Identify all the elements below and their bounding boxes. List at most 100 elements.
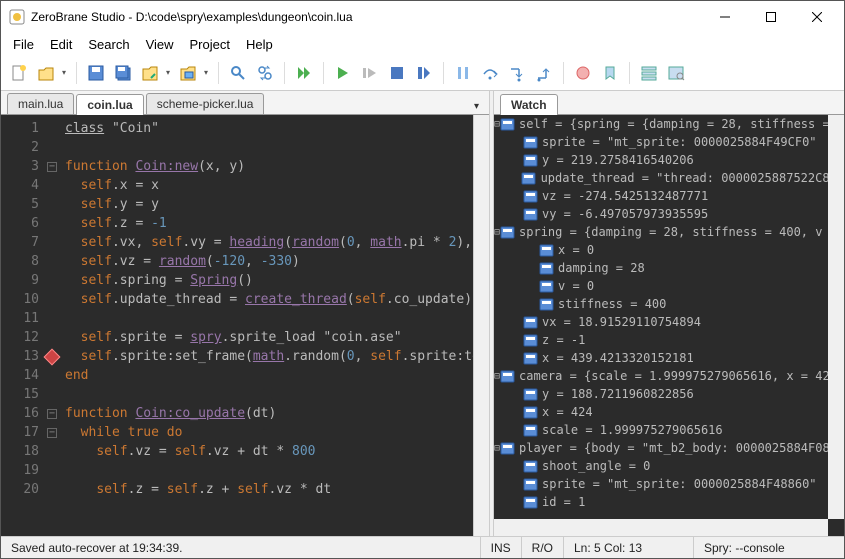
margin-cell[interactable] <box>45 138 59 157</box>
watch-row[interactable]: y = 219.2758416540206 <box>494 151 844 169</box>
minimize-button[interactable] <box>702 2 748 32</box>
code-line[interactable]: self.y = y <box>65 195 473 214</box>
margin-cell[interactable]: − <box>45 404 59 423</box>
watch-row[interactable]: z = -1 <box>494 331 844 349</box>
code-line[interactable]: class "Coin" <box>65 119 473 138</box>
margin-cell[interactable] <box>45 176 59 195</box>
tab-scheme-picker[interactable]: scheme-picker.lua <box>146 93 265 114</box>
source-text[interactable]: class "Coin" function Coin:new(x, y) self… <box>59 115 473 536</box>
step-over-icon[interactable] <box>478 61 502 85</box>
tab-watch[interactable]: Watch <box>500 94 558 115</box>
watch-row[interactable]: vz = -274.5425132487771 <box>494 187 844 205</box>
margin-cell[interactable] <box>45 366 59 385</box>
fold-icon[interactable]: − <box>47 162 57 172</box>
watch-row[interactable]: vy = -6.497057973935595 <box>494 205 844 223</box>
margin-cell[interactable] <box>45 385 59 404</box>
fold-icon[interactable]: − <box>47 428 57 438</box>
project-dropdown-icon[interactable]: ▾ <box>163 68 173 77</box>
margin-cell[interactable] <box>45 271 59 290</box>
watch-row[interactable]: v = 0 <box>494 277 844 295</box>
code-line[interactable]: self.update_thread = create_thread(self.… <box>65 290 473 309</box>
find-icon[interactable] <box>226 61 250 85</box>
margin-cell[interactable] <box>45 214 59 233</box>
replace-icon[interactable] <box>253 61 277 85</box>
open-file-icon[interactable] <box>34 61 58 85</box>
code-line[interactable] <box>65 461 473 480</box>
menu-edit[interactable]: Edit <box>42 35 80 54</box>
watch-row[interactable]: id = 1 <box>494 493 844 511</box>
watch-row[interactable]: x = 424 <box>494 403 844 421</box>
pause-icon[interactable] <box>451 61 475 85</box>
save-all-icon[interactable] <box>111 61 135 85</box>
margin-cell[interactable] <box>45 461 59 480</box>
watch-tree[interactable]: ⊟self = {spring = {damping = 28, stiffne… <box>494 115 844 536</box>
watch-row[interactable]: ⊟camera = {scale = 1.999975279065616, x … <box>494 367 844 385</box>
project-from-file-icon[interactable] <box>138 61 162 85</box>
watch-row[interactable]: x = 439.4213320152181 <box>494 349 844 367</box>
watch-row[interactable]: stiffness = 400 <box>494 295 844 313</box>
watch-row[interactable]: x = 0 <box>494 241 844 259</box>
margin-cell[interactable] <box>45 480 59 499</box>
margin-cell[interactable] <box>45 252 59 271</box>
menu-view[interactable]: View <box>138 35 182 54</box>
new-file-icon[interactable] <box>7 61 31 85</box>
margin-cell[interactable] <box>45 119 59 138</box>
margin-cell[interactable] <box>45 233 59 252</box>
debug-icon[interactable] <box>331 61 355 85</box>
code-line[interactable]: self.vz = random(-120, -330) <box>65 252 473 271</box>
watch-icon[interactable] <box>664 61 688 85</box>
margin-cell[interactable] <box>45 328 59 347</box>
watch-row[interactable]: y = 188.7211960822856 <box>494 385 844 403</box>
code-editor[interactable]: 1234567891011121314151617181920 −−− clas… <box>1 115 489 536</box>
watch-row[interactable]: ⊟spring = {damping = 28, stiffness = 400… <box>494 223 844 241</box>
open-dropdown-icon[interactable]: ▾ <box>59 68 69 77</box>
step-into-icon[interactable] <box>505 61 529 85</box>
run-icon[interactable] <box>292 61 316 85</box>
maximize-button[interactable] <box>748 2 794 32</box>
menu-search[interactable]: Search <box>80 35 137 54</box>
margin-cell[interactable] <box>45 309 59 328</box>
fold-icon[interactable]: − <box>47 409 57 419</box>
code-line[interactable]: function Coin:co_update(dt) <box>65 404 473 423</box>
code-line[interactable]: function Coin:new(x, y) <box>65 157 473 176</box>
code-line[interactable]: end <box>65 366 473 385</box>
tab-list-dropdown-icon[interactable]: ▾ <box>468 99 485 114</box>
stack-icon[interactable] <box>637 61 661 85</box>
code-line[interactable]: self.z = self.z + self.vz * dt <box>65 480 473 499</box>
watch-row[interactable]: shoot_angle = 0 <box>494 457 844 475</box>
code-line[interactable]: while true do <box>65 423 473 442</box>
breakpoint-toggle-icon[interactable] <box>571 61 595 85</box>
code-line[interactable] <box>65 138 473 157</box>
menu-project[interactable]: Project <box>182 35 238 54</box>
watch-row[interactable]: ⊟player = {body = "mt_b2_body: 000002588… <box>494 439 844 457</box>
code-line[interactable]: self.vz = self.vz + dt * 800 <box>65 442 473 461</box>
menu-help[interactable]: Help <box>238 35 281 54</box>
margin-cell[interactable]: − <box>45 157 59 176</box>
code-line[interactable]: self.vx, self.vy = heading(random(0, mat… <box>65 233 473 252</box>
watch-row[interactable]: ⊟self = {spring = {damping = 28, stiffne… <box>494 115 844 133</box>
code-line[interactable] <box>65 309 473 328</box>
margin-cell[interactable] <box>45 290 59 309</box>
code-line[interactable] <box>65 385 473 404</box>
stop-icon[interactable] <box>385 61 409 85</box>
project-dir-icon[interactable] <box>176 61 200 85</box>
code-line[interactable]: self.z = -1 <box>65 214 473 233</box>
watch-row[interactable]: damping = 28 <box>494 259 844 277</box>
watch-row[interactable]: sprite = "mt_sprite: 0000025884F49CF0" <box>494 133 844 151</box>
code-line[interactable]: self.x = x <box>65 176 473 195</box>
menu-file[interactable]: File <box>5 35 42 54</box>
margin-cell[interactable] <box>45 195 59 214</box>
margin-cell[interactable]: − <box>45 423 59 442</box>
code-line[interactable]: self.spring = Spring() <box>65 271 473 290</box>
close-button[interactable] <box>794 2 840 32</box>
tab-main[interactable]: main.lua <box>7 93 74 114</box>
fold-margin[interactable]: − − − <box>45 115 59 536</box>
breakpoint-icon[interactable] <box>44 348 61 365</box>
watch-scrollbar-h[interactable] <box>494 519 828 536</box>
break-icon[interactable] <box>412 61 436 85</box>
watch-scrollbar-v[interactable] <box>828 115 844 519</box>
watch-row[interactable]: vx = 18.91529110754894 <box>494 313 844 331</box>
tab-coin[interactable]: coin.lua <box>76 94 143 115</box>
step-out-icon[interactable] <box>532 61 556 85</box>
margin-cell[interactable] <box>45 347 59 366</box>
